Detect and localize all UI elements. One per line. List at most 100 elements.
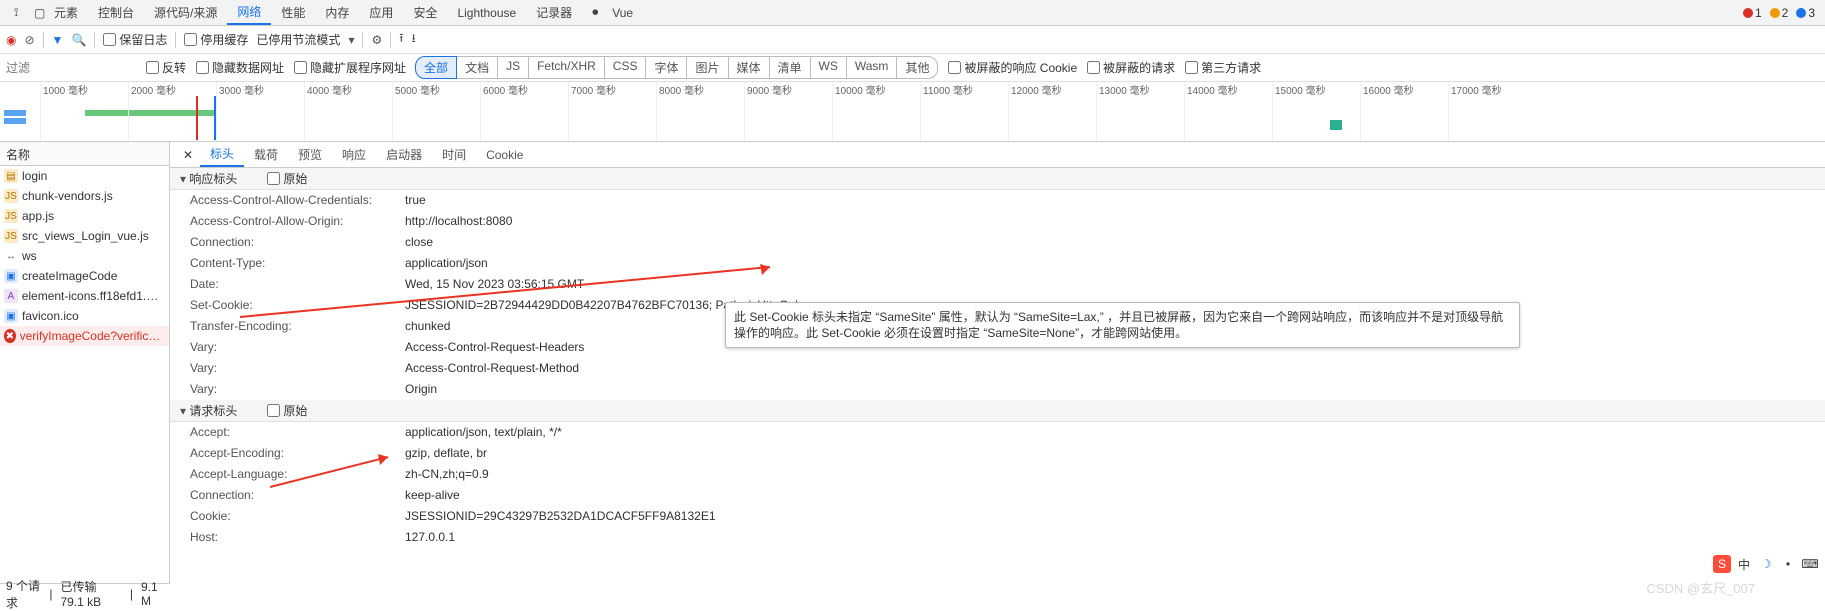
cn-icon[interactable]: 中 (1735, 555, 1753, 573)
raw-response-checkbox[interactable]: 原始 (267, 170, 307, 187)
tab-network[interactable]: 网络 (227, 0, 271, 25)
request-detail: ✕ 标头 载荷 预览 响应 启动器 时间 Cookie ▾ 响应标头 原始 Ac… (170, 142, 1825, 583)
request-row[interactable]: JSapp.js (0, 206, 169, 226)
request-name: verifyImageCode?verificationC… (20, 329, 165, 343)
tab-performance[interactable]: 性能 (271, 0, 315, 25)
dtab-preview[interactable]: 预览 (288, 142, 332, 167)
recorder-icon[interactable]: ⏺ (582, 0, 602, 25)
issue-badges[interactable]: 1 2 3 (1743, 6, 1825, 20)
floating-toolbar[interactable]: S 中 ☽ • ⌨ (1713, 555, 1819, 573)
hide-ext-urls-checkbox[interactable]: 隐藏扩展程序网址 (294, 59, 406, 76)
tab-memory[interactable]: 内存 (315, 0, 359, 25)
dtab-payload[interactable]: 载荷 (244, 142, 288, 167)
type-js[interactable]: JS (497, 56, 529, 79)
header-value: application/json, text/plain, */* (405, 424, 562, 441)
dtab-headers[interactable]: 标头 (200, 142, 244, 167)
preserve-log-checkbox[interactable]: 保留日志 (103, 31, 167, 48)
invert-checkbox[interactable]: 反转 (146, 59, 186, 76)
info-count: 3 (1808, 6, 1815, 20)
request-list: 名称 ▤loginJSchunk-vendors.jsJSapp.jsJSsrc… (0, 142, 170, 583)
type-all[interactable]: 全部 (415, 56, 457, 79)
type-doc[interactable]: 文档 (456, 56, 498, 79)
tab-lighthouse[interactable]: Lighthouse (447, 0, 526, 25)
tab-security[interactable]: 安全 (403, 0, 447, 25)
type-media[interactable]: 媒体 (728, 56, 770, 79)
request-name: ws (22, 249, 37, 263)
blocked-cookies-checkbox[interactable]: 被屏蔽的响应 Cookie (948, 59, 1077, 76)
dtab-timing[interactable]: 时间 (432, 142, 476, 167)
request-row[interactable]: ↔ws (0, 246, 169, 266)
timeline-tick: 13000 毫秒 (1096, 82, 1150, 141)
timeline-tick: 5000 毫秒 (392, 82, 440, 141)
tab-console[interactable]: 控制台 (88, 0, 144, 25)
filter-icon[interactable]: ▼ (52, 33, 64, 47)
request-row[interactable]: ✖verifyImageCode?verificationC… (0, 326, 169, 346)
type-font[interactable]: 字体 (645, 56, 687, 79)
tab-elements[interactable]: 元素 (44, 0, 88, 25)
tab-recorder[interactable]: 记录器 (526, 0, 582, 25)
record-button[interactable]: ◉ (6, 33, 16, 47)
request-headers-section[interactable]: ▾ 请求标头 原始 (170, 400, 1825, 422)
s-icon[interactable]: S (1713, 555, 1731, 573)
type-fetch[interactable]: Fetch/XHR (528, 56, 605, 79)
network-conditions-icon[interactable]: ⚙ (371, 33, 382, 47)
third-party-checkbox[interactable]: 第三方请求 (1185, 59, 1261, 76)
header-value: Access-Control-Request-Headers (405, 339, 584, 356)
dtab-response[interactable]: 响应 (332, 142, 376, 167)
search-icon[interactable]: 🔍 (71, 33, 86, 47)
hide-data-urls-checkbox[interactable]: 隐藏数据网址 (196, 59, 284, 76)
request-row[interactable]: JSsrc_views_Login_vue.js (0, 226, 169, 246)
type-wasm[interactable]: Wasm (846, 56, 898, 79)
header-key: Access-Control-Allow-Credentials: (190, 192, 405, 209)
dtab-cookie[interactable]: Cookie (476, 142, 533, 167)
dot-icon[interactable]: • (1779, 555, 1797, 573)
type-filter-group: 全部 文档 JS Fetch/XHR CSS 字体 图片 媒体 清单 WS Wa… (416, 56, 938, 79)
raw-request-checkbox[interactable]: 原始 (267, 402, 307, 419)
type-other[interactable]: 其他 (896, 56, 938, 79)
type-css[interactable]: CSS (604, 56, 647, 79)
close-detail-icon[interactable]: ✕ (176, 148, 200, 162)
header-row: Accept:application/json, text/plain, */* (170, 422, 1825, 443)
collapse-icon: ▾ (180, 172, 186, 186)
timeline-tick: 1000 毫秒 (40, 82, 88, 141)
throttling-select[interactable]: 已停用节流模式 (256, 31, 340, 48)
network-timeline[interactable]: 1000 毫秒2000 毫秒3000 毫秒4000 毫秒5000 毫秒6000 … (0, 82, 1825, 142)
type-manifest[interactable]: 清单 (769, 56, 811, 79)
request-row[interactable]: JSchunk-vendors.js (0, 186, 169, 206)
blocked-requests-checkbox[interactable]: 被屏蔽的请求 (1087, 59, 1175, 76)
import-har-icon[interactable]: ⭱ (399, 29, 403, 50)
type-ws[interactable]: WS (810, 56, 847, 79)
request-row[interactable]: Aelement-icons.ff18efd1.woff (0, 286, 169, 306)
request-row[interactable]: ▤login (0, 166, 169, 186)
response-headers-section[interactable]: ▾ 响应标头 原始 (170, 168, 1825, 190)
warning-dot-icon (1770, 8, 1780, 18)
inspect-icon[interactable]: ⟟ (4, 0, 24, 25)
timeline-tick: 17000 毫秒 (1448, 82, 1502, 141)
disable-cache-checkbox[interactable]: 停用缓存 (184, 31, 248, 48)
error-dot-icon (1743, 8, 1753, 18)
throttling-dropdown-icon[interactable]: ▾ (348, 33, 354, 47)
device-icon[interactable]: ▢ (24, 0, 44, 25)
dtab-initiator[interactable]: 启动器 (376, 142, 432, 167)
tab-vue[interactable]: Vue (602, 0, 643, 25)
tab-application[interactable]: 应用 (359, 0, 403, 25)
kb-icon[interactable]: ⌨ (1801, 555, 1819, 573)
header-key: Access-Control-Allow-Origin: (190, 213, 405, 230)
filter-input[interactable] (6, 61, 136, 75)
header-value: chunked (405, 318, 450, 335)
type-img[interactable]: 图片 (686, 56, 728, 79)
watermark-text: CSDN @玄尺_007 (1646, 578, 1755, 597)
header-key: Accept-Language: (190, 466, 405, 483)
tab-sources[interactable]: 源代码/来源 (144, 0, 227, 25)
clear-button[interactable]: ⊘ (24, 33, 34, 47)
request-name: chunk-vendors.js (22, 189, 113, 203)
request-row[interactable]: ▣createImageCode (0, 266, 169, 286)
export-har-icon[interactable]: ⭳ (411, 29, 415, 50)
request-name: src_views_Login_vue.js (22, 229, 149, 243)
timeline-tick: 11000 毫秒 (920, 82, 973, 141)
header-row: Date:Wed, 15 Nov 2023 03:56:15 GMT (170, 274, 1825, 295)
request-row[interactable]: ▣favicon.ico (0, 306, 169, 326)
moon-icon[interactable]: ☽ (1757, 555, 1775, 573)
request-list-header[interactable]: 名称 (0, 142, 169, 166)
header-key: Accept: (190, 424, 405, 441)
